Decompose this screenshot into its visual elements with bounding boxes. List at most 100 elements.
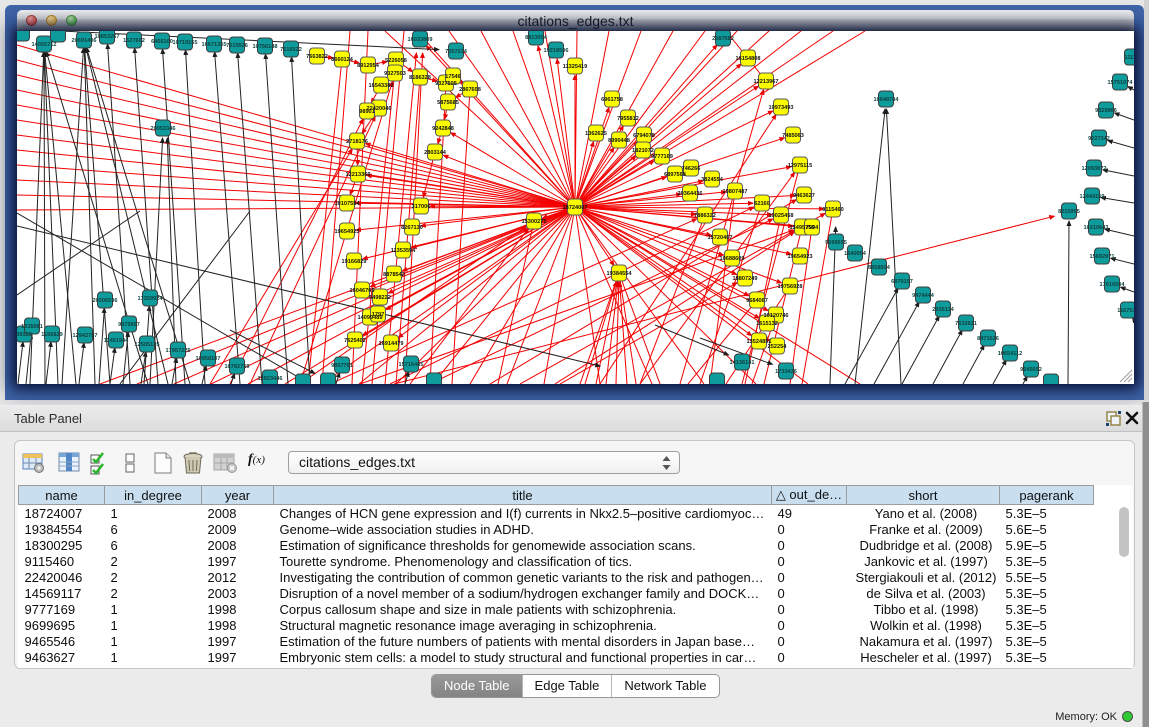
svg-text:16914479: 16914479 xyxy=(379,341,404,347)
svg-text:6897568: 6897568 xyxy=(664,172,686,178)
svg-text:2087682: 2087682 xyxy=(712,36,734,42)
svg-text:10107554: 10107554 xyxy=(335,201,361,207)
svg-text:7515526: 7515526 xyxy=(226,43,248,49)
svg-text:9463627: 9463627 xyxy=(793,193,815,199)
svg-text:8990448: 8990448 xyxy=(608,138,630,144)
svg-text:62160: 62160 xyxy=(754,201,770,207)
svg-text:6879197: 6879197 xyxy=(891,279,913,285)
svg-text:8958924: 8958924 xyxy=(868,265,891,271)
svg-text:10853267: 10853267 xyxy=(95,34,120,40)
svg-text:19218506: 19218506 xyxy=(544,48,569,54)
svg-text:10807487: 10807487 xyxy=(723,189,748,195)
svg-text:16033809: 16033809 xyxy=(408,37,433,43)
svg-text:8471626: 8471626 xyxy=(977,336,999,342)
svg-text:9474444: 9474444 xyxy=(912,293,935,299)
svg-text:9777169: 9777169 xyxy=(651,154,673,160)
svg-text:9975857: 9975857 xyxy=(118,322,140,328)
svg-text:10973493: 10973493 xyxy=(769,105,794,111)
svg-text:9245652: 9245652 xyxy=(1020,367,1042,373)
svg-text:7594: 7594 xyxy=(806,225,819,231)
svg-text:7886322: 7886322 xyxy=(694,213,716,219)
svg-text:8660124: 8660124 xyxy=(331,57,354,63)
svg-text:12444159: 12444159 xyxy=(1080,194,1105,200)
svg-text:17957225: 17957225 xyxy=(166,348,191,354)
svg-text:12975115: 12975115 xyxy=(788,163,813,169)
svg-text:19654923: 19654923 xyxy=(335,229,360,235)
svg-text:16046765: 16046765 xyxy=(350,288,375,294)
svg-text:9857791: 9857791 xyxy=(331,363,353,369)
svg-text:16120746: 16120746 xyxy=(764,313,789,319)
svg-text:15720407: 15720407 xyxy=(708,235,733,241)
svg-text:7516522: 7516522 xyxy=(280,47,302,53)
svg-text:6961758: 6961758 xyxy=(601,97,623,103)
svg-text:7485063: 7485063 xyxy=(782,133,804,139)
svg-text:1640954: 1640954 xyxy=(844,251,867,257)
svg-text:7625402: 7625402 xyxy=(344,338,366,344)
svg-text:16210643: 16210643 xyxy=(1084,225,1109,231)
svg-text:12942757: 12942757 xyxy=(73,333,98,339)
svg-text:9227342: 9227342 xyxy=(1088,136,1110,142)
svg-text:14055712: 14055712 xyxy=(32,42,57,48)
svg-text:8912954: 8912954 xyxy=(357,63,380,69)
svg-text:19166829: 19166829 xyxy=(342,259,367,265)
svg-text:7357224: 7357224 xyxy=(445,49,468,55)
svg-text:10719155: 10719155 xyxy=(173,40,198,46)
svg-text:15716485: 15716485 xyxy=(399,362,424,368)
svg-text:10958107: 10958107 xyxy=(196,356,221,362)
svg-text:9115460: 9115460 xyxy=(822,207,843,213)
svg-text:12505135: 12505135 xyxy=(135,342,160,348)
svg-text:18724007: 18724007 xyxy=(563,205,588,211)
svg-text:14136141: 14136141 xyxy=(730,360,755,366)
svg-text:1362625: 1362625 xyxy=(585,131,607,137)
svg-text:2867608: 2867608 xyxy=(459,87,481,93)
svg-text:20364436: 20364436 xyxy=(678,191,703,197)
svg-text:16154808: 16154808 xyxy=(736,56,761,62)
svg-text:12213369: 12213369 xyxy=(346,172,371,178)
svg-text:16543382: 16543382 xyxy=(369,83,394,89)
svg-text:17546: 17546 xyxy=(445,74,461,80)
svg-text:19384554: 19384554 xyxy=(607,271,633,277)
svg-text:8215955: 8215955 xyxy=(1058,209,1080,215)
svg-text:11451944: 11451944 xyxy=(104,338,129,344)
svg-text:5226058: 5226058 xyxy=(385,58,407,64)
svg-text:6466160: 6466160 xyxy=(151,39,173,45)
svg-text:10025458: 10025458 xyxy=(769,213,794,219)
svg-text:1156829: 1156829 xyxy=(41,332,62,338)
svg-text:317006: 317006 xyxy=(412,204,431,210)
svg-text:19756928: 19756928 xyxy=(778,284,803,290)
svg-text:12093872: 12093872 xyxy=(1082,166,1107,172)
svg-text:9242848: 9242848 xyxy=(432,126,454,132)
svg-text:11325419: 11325419 xyxy=(563,64,588,70)
svg-text:2718176: 2718176 xyxy=(346,139,368,145)
svg-text:16648784: 16648784 xyxy=(874,97,900,103)
svg-text:8267130: 8267130 xyxy=(401,225,423,231)
svg-text:1527602: 1527602 xyxy=(123,38,145,44)
svg-text:7663822: 7663822 xyxy=(306,54,328,60)
svg-text:98901: 98901 xyxy=(359,109,375,115)
svg-text:6794078: 6794078 xyxy=(633,133,655,139)
svg-text:39159: 39159 xyxy=(17,332,32,338)
svg-text:7632621: 7632621 xyxy=(955,321,977,327)
svg-text:20206536: 20206536 xyxy=(93,298,118,304)
svg-text:9699695: 9699695 xyxy=(825,240,847,246)
svg-text:9329966: 9329966 xyxy=(1095,108,1117,114)
svg-text:11124: 11124 xyxy=(1125,55,1134,61)
svg-text:746266: 746266 xyxy=(682,166,701,172)
svg-text:16671355: 16671355 xyxy=(202,42,227,48)
svg-text:3824554: 3824554 xyxy=(701,177,724,183)
svg-text:8186328: 8186328 xyxy=(409,75,431,81)
svg-text:1615132: 1615132 xyxy=(756,321,778,327)
svg-text:15751074: 15751074 xyxy=(1108,80,1134,86)
svg-text:8878542: 8878542 xyxy=(383,272,405,278)
svg-text:12213967: 12213967 xyxy=(754,79,779,85)
svg-text:10654112: 10654112 xyxy=(998,351,1023,357)
svg-text:16782759: 16782759 xyxy=(225,364,250,370)
svg-text:17016504: 17016504 xyxy=(1100,282,1126,288)
svg-text:18807249: 18807249 xyxy=(733,276,758,282)
svg-text:9327505: 9327505 xyxy=(435,81,457,87)
svg-text:17359924: 17359924 xyxy=(138,296,164,302)
svg-text:1733426: 1733426 xyxy=(775,369,797,375)
svg-text:9684067: 9684067 xyxy=(746,298,768,304)
svg-text:5498222: 5498222 xyxy=(369,295,391,301)
svg-text:2803144: 2803144 xyxy=(424,150,447,156)
